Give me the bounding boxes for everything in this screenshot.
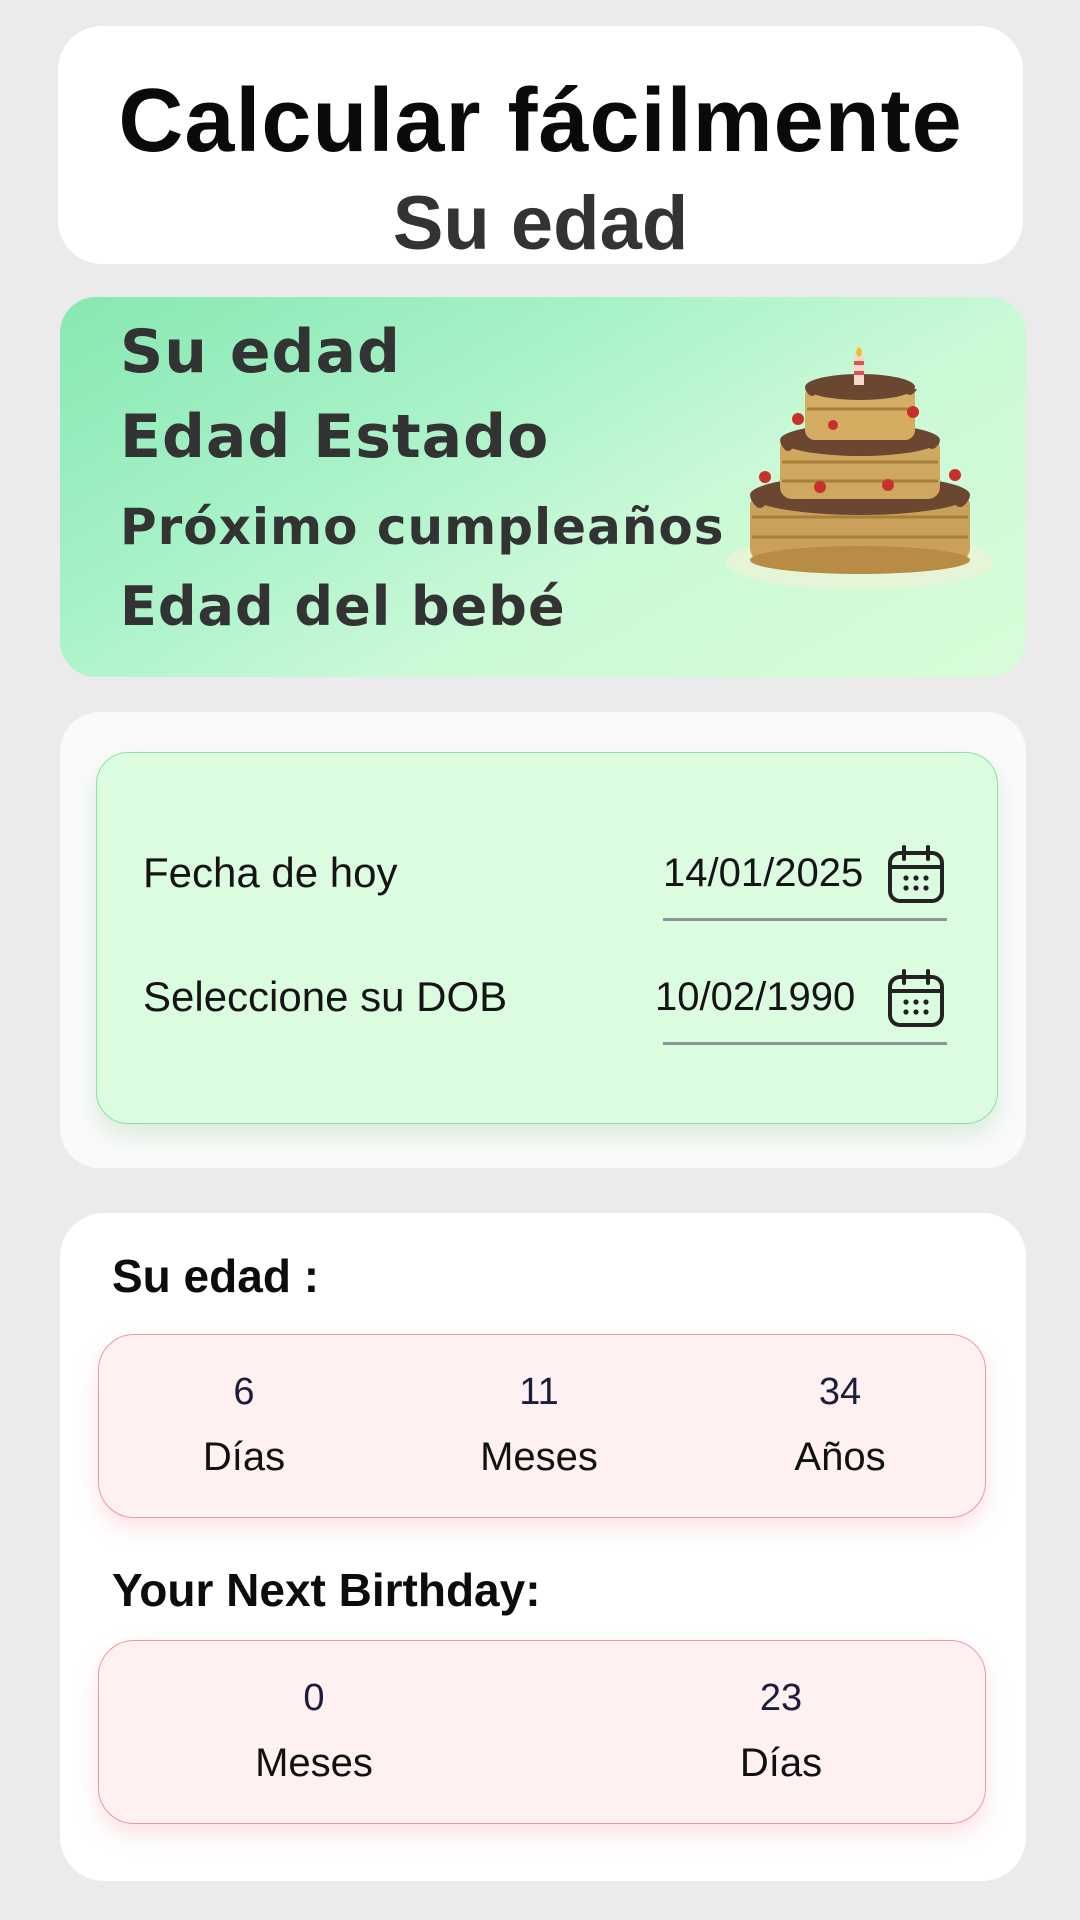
date-selection-card: Fecha de hoy 14/01/2025 Seleccione su DO… — [60, 712, 1026, 1168]
today-date-label: Fecha de hoy — [143, 849, 398, 896]
banner-line-baby-age: Edad del bebé — [120, 575, 566, 638]
banner-line-age-status: Edad Estado — [120, 402, 550, 472]
age-years: 34 Años — [735, 1335, 945, 1519]
next-birthday-title: Your Next Birthday: — [112, 1564, 541, 1616]
next-birthday-box: 0 Meses 23 Días — [98, 1640, 986, 1824]
next-birthday-months: 0 Meses — [209, 1641, 419, 1825]
today-date-row: Fecha de hoy 14/01/2025 — [97, 821, 997, 921]
app-title: Calcular fácilmente — [118, 71, 963, 171]
age-result-box: 6 Días 11 Meses 34 Años — [98, 1334, 986, 1518]
age-days: 6 Días — [139, 1335, 349, 1519]
dob-label: Seleccione su DOB — [143, 973, 508, 1020]
age-days-unit: Días — [202, 1435, 286, 1479]
title-card: Calcular fácilmente Su edad — [58, 26, 1023, 264]
next-birthday-months-unit: Meses — [255, 1741, 373, 1785]
banner-line-age: Su edad — [120, 317, 401, 387]
age-years-value: 34 — [818, 1371, 862, 1413]
age-section-title: Su edad : — [112, 1250, 320, 1302]
dob-row: Seleccione su DOB 10/02/1990 — [97, 945, 997, 1045]
dob-field[interactable]: 10/02/1990 — [655, 945, 947, 1045]
next-birthday-months-value: 0 — [303, 1677, 325, 1719]
age-years-unit: Años — [794, 1435, 886, 1479]
birthday-cake-image — [725, 347, 995, 590]
next-birthday-days-value: 23 — [759, 1677, 803, 1719]
age-days-value: 6 — [233, 1371, 255, 1413]
results-card: Su edad : 6 Días 11 Meses 34 Años Your N… — [60, 1213, 1026, 1881]
age-months: 11 Meses — [434, 1335, 644, 1519]
date-panel: Fecha de hoy 14/01/2025 Seleccione su DO… — [96, 752, 998, 1124]
today-date-value[interactable]: 14/01/2025 — [663, 851, 863, 896]
banner-line-next-birthday: Próximo cumpleaños — [120, 498, 725, 556]
next-birthday-days-unit: Días — [739, 1741, 823, 1785]
calendar-icon[interactable] — [887, 845, 945, 905]
dob-value[interactable]: 10/02/1990 — [655, 975, 855, 1020]
calendar-icon[interactable] — [887, 969, 945, 1029]
age-months-value: 11 — [519, 1371, 559, 1413]
feature-banner: Su edad Edad Estado Próximo cumpleaños E… — [60, 297, 1026, 677]
today-date-field[interactable]: 14/01/2025 — [663, 821, 947, 921]
next-birthday-days: 23 Días — [676, 1641, 886, 1825]
app-subtitle: Su edad — [392, 181, 689, 266]
age-months-unit: Meses — [480, 1435, 598, 1479]
